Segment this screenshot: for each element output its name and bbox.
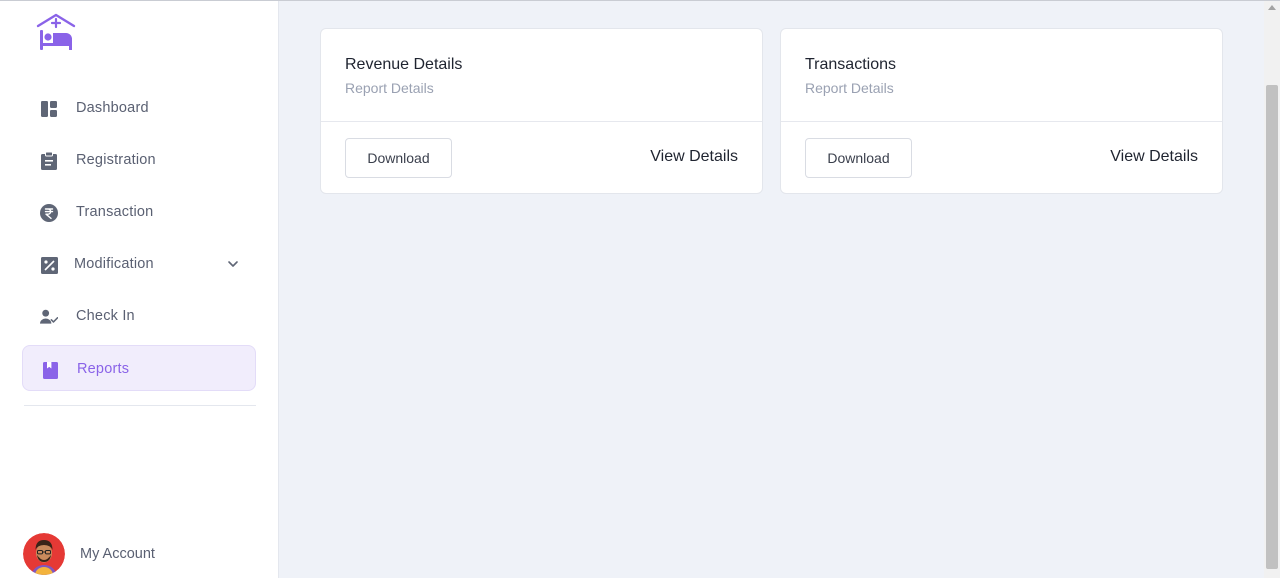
download-button[interactable]: Download	[345, 138, 452, 178]
sidebar-item-label: Reports	[77, 361, 130, 377]
sidebar-item-registration[interactable]: Registration	[22, 137, 256, 183]
view-details-link[interactable]: View Details	[650, 148, 738, 166]
vertical-scrollbar[interactable]	[1264, 1, 1280, 578]
user-check-icon	[40, 308, 58, 326]
card-subtitle: Report Details	[345, 80, 434, 96]
sidebar-item-transaction[interactable]: Transaction	[22, 189, 256, 235]
percent-edit-icon	[40, 256, 58, 274]
view-details-link[interactable]: View Details	[1110, 148, 1198, 166]
sidebar-item-reports[interactable]: Reports	[22, 345, 256, 391]
sidebar-item-check-in[interactable]: Check In	[22, 293, 256, 339]
sidebar-item-label: Registration	[76, 152, 156, 168]
nav-divider	[24, 405, 256, 406]
download-button[interactable]: Download	[805, 138, 912, 178]
sidebar-item-label: Dashboard	[76, 100, 149, 116]
rupee-icon	[40, 204, 58, 222]
sidebar-item-label: Check In	[76, 308, 135, 324]
sidebar: Dashboard Registration Transaction Modif…	[0, 1, 279, 578]
sidebar-item-dashboard[interactable]: Dashboard	[22, 85, 256, 131]
avatar	[23, 533, 65, 575]
my-account-label: My Account	[80, 546, 155, 562]
revenue-details-card: Revenue Details Report Details Download …	[320, 28, 763, 194]
hotel-bed-logo-icon[interactable]	[35, 12, 77, 54]
card-title: Revenue Details	[345, 56, 463, 73]
bookmark-icon	[41, 361, 59, 379]
scroll-up-arrow-icon[interactable]	[1268, 5, 1276, 10]
sidebar-nav: Dashboard Registration Transaction Modif…	[22, 85, 256, 397]
sidebar-item-modification[interactable]: Modification	[22, 241, 256, 287]
clipboard-icon	[40, 152, 58, 170]
sidebar-item-label: Modification	[74, 256, 154, 272]
sidebar-item-label: Transaction	[76, 204, 154, 220]
scrollbar-thumb[interactable]	[1266, 85, 1278, 569]
card-subtitle: Report Details	[805, 80, 894, 96]
card-title: Transactions	[805, 56, 896, 73]
card-divider	[321, 121, 762, 122]
chevron-down-icon[interactable]	[226, 257, 240, 271]
my-account-button[interactable]: My Account	[23, 533, 263, 575]
transactions-card: Transactions Report Details Download Vie…	[780, 28, 1223, 194]
dashboard-icon	[40, 100, 58, 118]
card-divider	[781, 121, 1222, 122]
